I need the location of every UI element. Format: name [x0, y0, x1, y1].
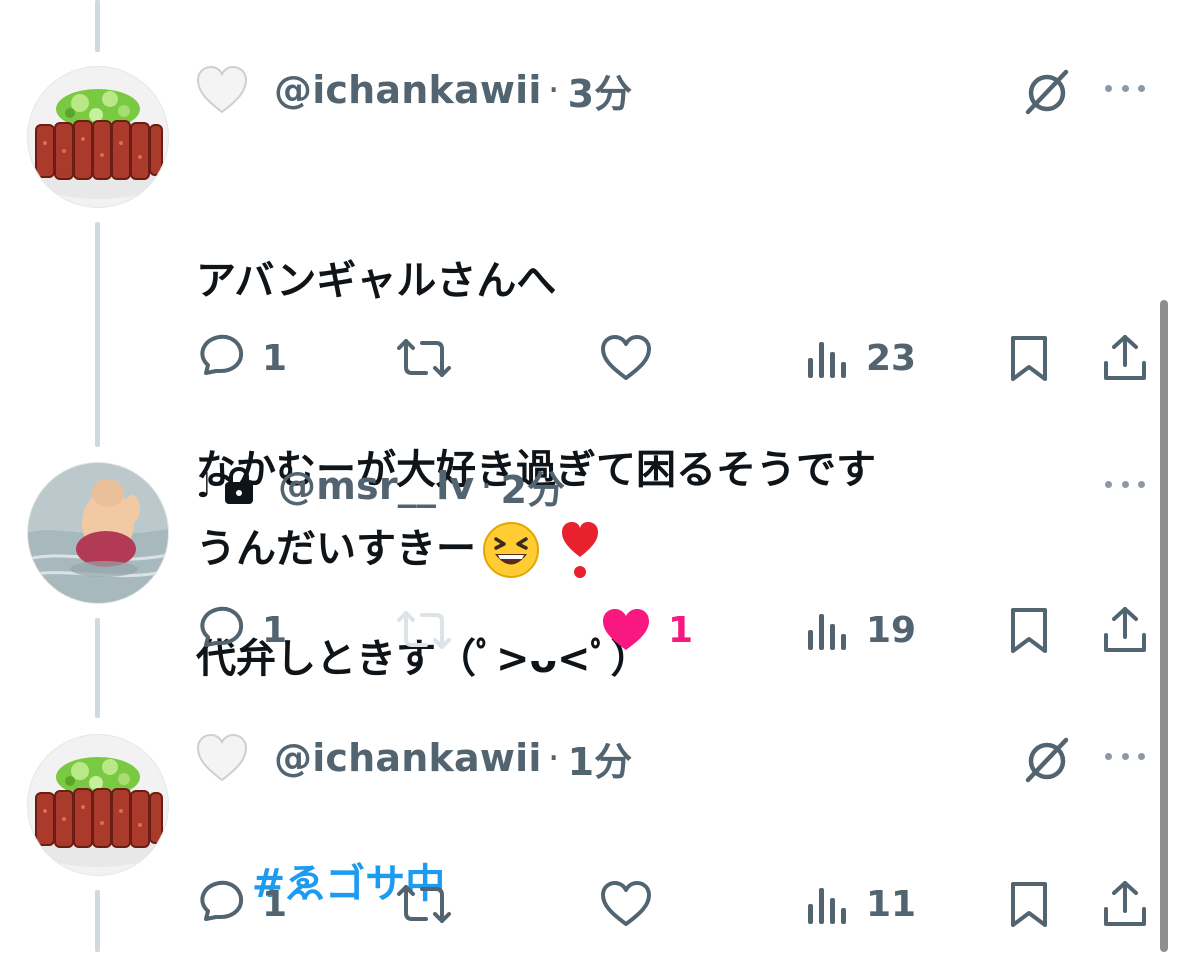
user-handle[interactable]: @msr__lv [278, 464, 474, 508]
grok-icon[interactable] [1022, 734, 1072, 784]
share-icon [1104, 335, 1146, 380]
user-handle[interactable]: @ichankawii [274, 736, 542, 780]
bookmark-icon [1011, 882, 1047, 927]
timestamp[interactable]: 3分 [568, 63, 632, 118]
music-note: ♩ [196, 466, 213, 506]
separator: · [480, 464, 493, 508]
avatar[interactable] [27, 462, 169, 604]
tweet-text-main: うんだいすきー [196, 526, 476, 572]
views-icon [808, 888, 846, 924]
tweet-header: @ichankawii · 1分 [196, 728, 632, 788]
retweet-icon [397, 611, 451, 649]
white-heart-icon [196, 732, 248, 784]
timestamp[interactable]: 2分 [501, 459, 565, 514]
retweet-icon [397, 339, 451, 377]
reply-icon [200, 334, 244, 375]
reply-button[interactable]: 1 [196, 876, 287, 932]
tweet-line-1: アバンギャルさんへ [196, 258, 557, 304]
share-button[interactable] [1102, 876, 1148, 932]
retweet-icon [397, 885, 451, 923]
like-button[interactable] [600, 876, 652, 932]
share-button[interactable] [1102, 602, 1148, 658]
tweet-header: @ichankawii · 3分 [196, 60, 632, 120]
like-icon [601, 335, 651, 380]
like-count: 1 [668, 609, 694, 651]
avatar[interactable] [27, 734, 169, 876]
reply-count: 1 [262, 337, 288, 379]
avatar[interactable] [27, 66, 169, 208]
share-icon [1104, 607, 1146, 652]
baby-avatar-image [28, 463, 168, 603]
share-button[interactable] [1102, 330, 1148, 386]
views-button[interactable]: 23 [806, 330, 916, 386]
thread-line-top [95, 0, 100, 52]
timestamp[interactable]: 1分 [568, 731, 632, 786]
views-button[interactable]: 19 [806, 602, 916, 658]
bookmark-icon [1011, 336, 1047, 381]
user-handle[interactable]: @ichankawii [274, 68, 542, 112]
steak-avatar-image [34, 89, 163, 199]
views-count: 11 [866, 883, 917, 925]
more-icon[interactable] [1105, 474, 1145, 494]
grok-icon[interactable] [1022, 66, 1072, 116]
views-icon [808, 342, 846, 378]
retweet-button[interactable] [396, 330, 452, 386]
separator: · [547, 736, 560, 780]
like-icon [601, 881, 651, 926]
bookmark-button[interactable] [1008, 876, 1050, 932]
tweet-actions: 1 23 [0, 330, 1179, 386]
white-heart-icon [196, 64, 248, 116]
heart-exclamation-emoji [560, 519, 600, 581]
steak-avatar-image [34, 757, 163, 867]
bookmark-button[interactable] [1008, 330, 1050, 386]
like-button[interactable]: 1 [600, 602, 693, 658]
more-icon[interactable] [1105, 746, 1145, 766]
reply-button[interactable]: 1 [196, 602, 287, 658]
reply-icon [200, 880, 244, 921]
tweet-text: うんだいすきー [196, 518, 600, 581]
separator: · [547, 68, 560, 112]
views-icon [808, 614, 846, 650]
share-icon [1104, 881, 1146, 926]
liked-heart-icon [603, 609, 649, 650]
tweet-actions: 1 1 19 [0, 602, 1179, 658]
reply-icon [200, 606, 244, 647]
retweet-button-disabled [396, 602, 452, 658]
like-button[interactable] [600, 330, 652, 386]
views-count: 23 [866, 337, 917, 379]
bookmark-icon [1011, 608, 1047, 653]
scrollbar[interactable] [1160, 300, 1168, 952]
bookmark-button[interactable] [1008, 602, 1050, 658]
laughing-emoji [482, 521, 540, 579]
views-count: 19 [866, 609, 917, 651]
views-button[interactable]: 11 [806, 876, 916, 932]
retweet-button[interactable] [396, 876, 452, 932]
reply-count: 1 [262, 883, 288, 925]
lock-icon [222, 466, 256, 506]
reply-button[interactable]: 1 [196, 330, 287, 386]
more-icon[interactable] [1105, 78, 1145, 98]
tweet-header: ♩ @msr__lv · 2分 [196, 456, 565, 516]
tweet-actions: 1 11 [0, 876, 1179, 932]
reply-count: 1 [262, 609, 288, 651]
